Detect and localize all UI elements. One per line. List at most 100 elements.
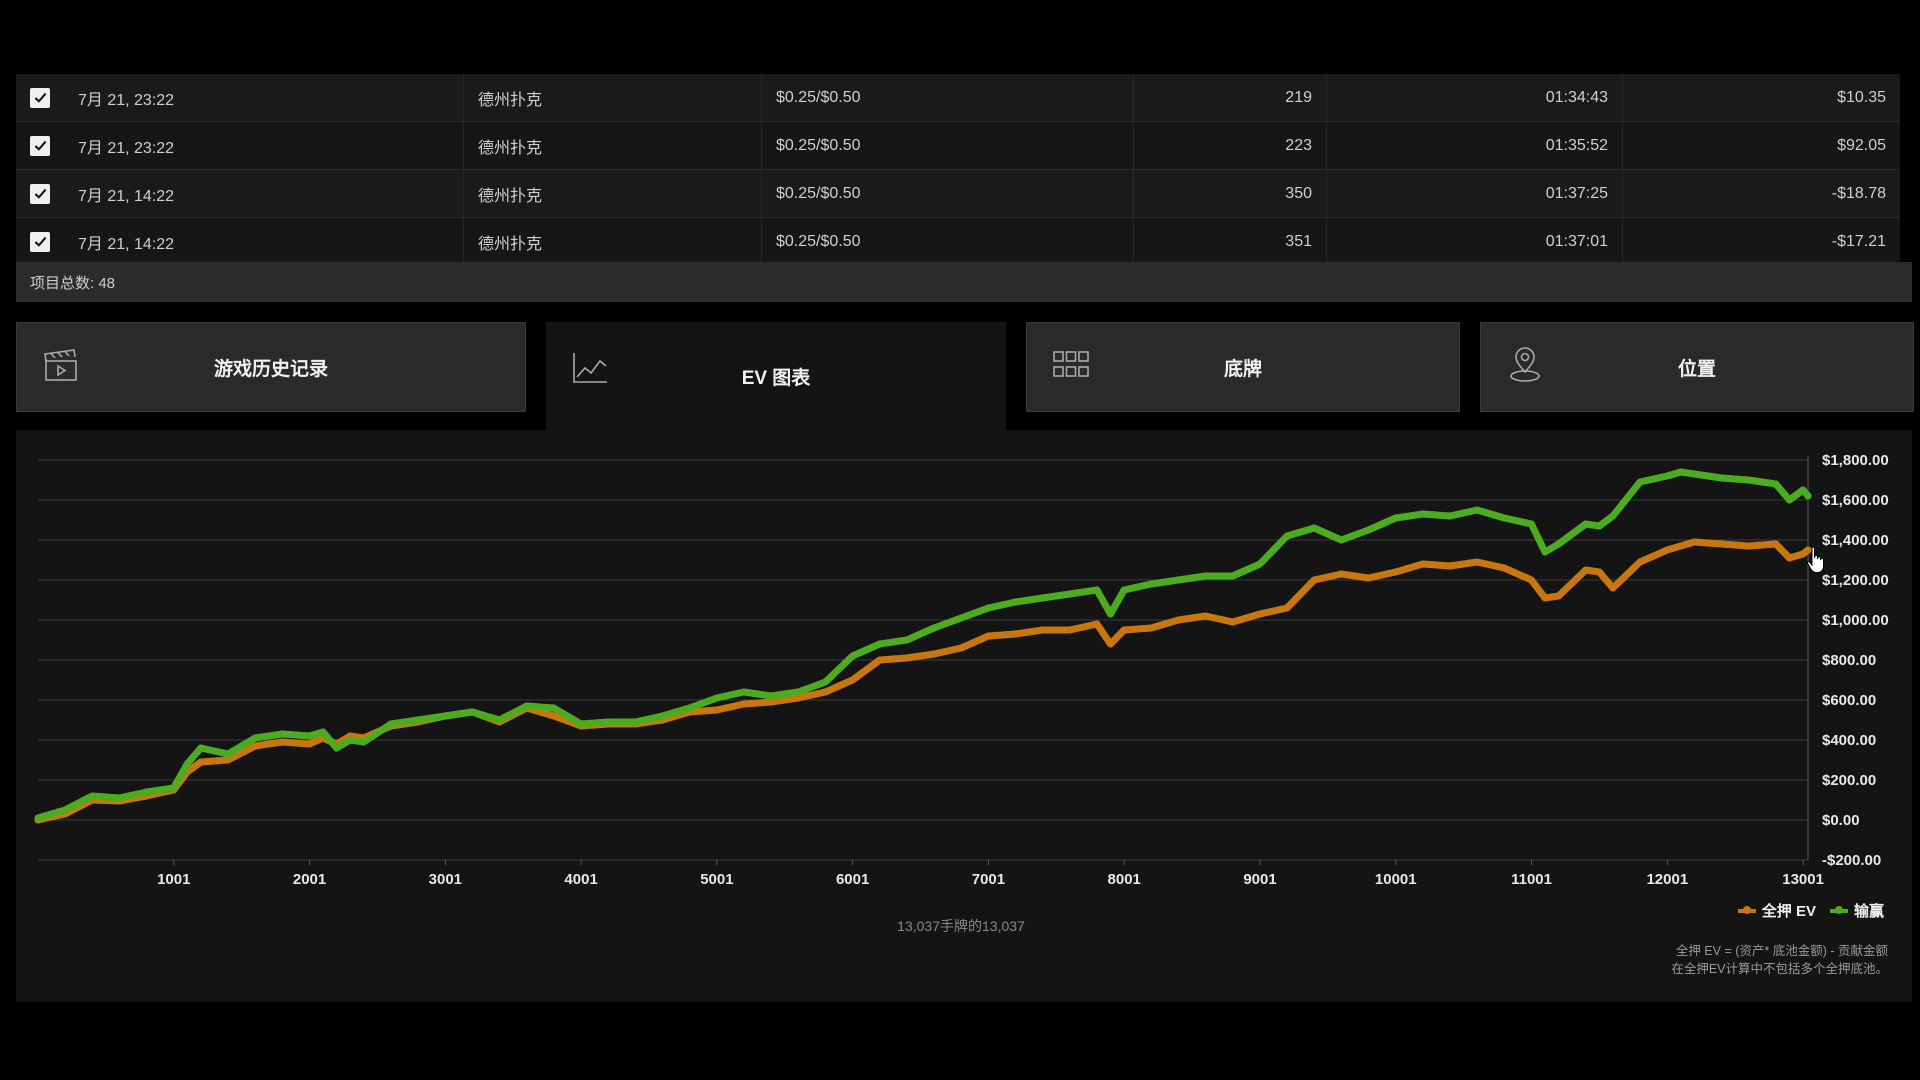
y-tick-label: $800.00 [1822, 652, 1876, 669]
allin-ev-point [903, 654, 911, 662]
allin-ev-point [1310, 576, 1318, 584]
allin-ev-point [740, 700, 748, 708]
net-won-point [251, 734, 259, 742]
net-won-point [577, 720, 585, 728]
net-won-point [224, 750, 232, 758]
allin-ev-point [278, 738, 286, 746]
hands-count-label: 13,037手牌的13,037 [897, 918, 1025, 934]
y-tick-label: $200.00 [1822, 772, 1876, 789]
net-won-point [1011, 598, 1019, 606]
net-won-point [1066, 590, 1074, 598]
net-won-point [1310, 524, 1318, 532]
cell-hands: 219 [1134, 74, 1327, 121]
row-checkbox[interactable] [30, 135, 50, 156]
net-won-point [984, 604, 992, 612]
table-row[interactable]: 7月 21, 23:22 德州扑克 $0.25/$0.50 219 01:34:… [16, 74, 1900, 122]
cell-date: 7月 21, 23:22 [64, 122, 464, 169]
net-won-point [441, 712, 449, 720]
net-won-point [1500, 514, 1508, 522]
net-won-point [821, 678, 829, 686]
net-won-point [740, 688, 748, 696]
cell-game: 德州扑克 [464, 170, 762, 217]
allin-ev-point [1772, 540, 1780, 548]
ev-line-chart: $1,800.00 $1,600.00 $1,400.00 $1,200.00 $1,0… [34, 452, 1889, 888]
net-won-point [34, 814, 42, 822]
allin-ev-note: 全押 EV = (资产* 底池金额) - 贡献金额 在全押EV计算中不包括多个全… [1671, 942, 1888, 978]
net-won-point [496, 716, 504, 724]
net-won-point [1636, 478, 1644, 486]
cell-winnings: $92.05 [1837, 136, 1886, 154]
net-won-point [1785, 496, 1793, 504]
row-checkbox-cell[interactable] [16, 218, 64, 265]
table-row[interactable]: 7月 21, 14:22 德州扑克 $0.25/$0.50 351 01:37:… [16, 218, 1900, 266]
net-won-point [1677, 468, 1685, 476]
location-pin-icon [1510, 347, 1540, 382]
allin-ev-point [1609, 584, 1617, 592]
y-tick-label: $0.00 [1822, 812, 1860, 829]
allin-ev-point [1364, 574, 1372, 582]
cell-stakes: $0.25/$0.50 [762, 170, 1134, 217]
net-won-point [1147, 580, 1155, 588]
cell-stakes: $0.25/$0.50 [762, 122, 1134, 169]
cell-hands: 351 [1134, 218, 1327, 265]
net-won-point [1745, 476, 1753, 484]
cell-game: 德州扑克 [464, 218, 762, 265]
x-tick-label: 10001 [1375, 871, 1417, 888]
allin-ev-point [1419, 560, 1427, 568]
row-checkbox[interactable] [30, 183, 50, 204]
x-tick-label: 12001 [1646, 871, 1688, 888]
net-won-point [658, 712, 666, 720]
allin-ev-point [1595, 568, 1603, 576]
table-row[interactable]: 7月 21, 23:22 德州扑克 $0.25/$0.50 223 01:35:… [16, 122, 1900, 170]
allin-ev-point [1582, 566, 1590, 574]
row-checkbox-cell[interactable] [16, 170, 64, 217]
net-won-point [1473, 506, 1481, 514]
allin-ev-point [1636, 558, 1644, 566]
tab-label: 游戏历史记录 [213, 358, 328, 380]
net-won-point [1392, 514, 1400, 522]
net-won-point [61, 806, 69, 814]
y-tick-label: $1,800.00 [1822, 452, 1889, 469]
cell-date: 7月 21, 23:22 [64, 74, 464, 121]
cell-hands: 350 [1134, 170, 1327, 217]
cell-game: 德州扑克 [464, 74, 762, 121]
net-won-point [468, 708, 476, 716]
row-checkbox[interactable] [30, 87, 50, 108]
x-tick-label: 5001 [700, 871, 733, 888]
net-won-point [1582, 520, 1590, 528]
tab-label: EV 图表 [741, 367, 811, 389]
cell-date: 7月 21, 14:22 [64, 218, 464, 265]
tab-ev-chart[interactable]: EV 图表 [546, 322, 1006, 430]
allin-ev-point [713, 706, 721, 714]
net-won-point [1364, 526, 1372, 534]
tab-hole-cards[interactable]: 底牌 [1026, 322, 1460, 412]
y-tick-label: $600.00 [1822, 692, 1876, 709]
allin-ev-point [305, 740, 313, 748]
allin-ev-point [1256, 610, 1264, 618]
row-checkbox-cell[interactable] [16, 74, 64, 121]
net-won-point [686, 704, 694, 712]
net-won-point [631, 718, 639, 726]
net-won-point [957, 614, 965, 622]
net-won-point [387, 720, 395, 728]
x-tick-label: 13001 [1782, 871, 1824, 888]
net-won-point [88, 792, 96, 800]
allin-ev-point [1663, 546, 1671, 554]
net-won-point [1337, 536, 1345, 544]
row-checkbox-cell[interactable] [16, 122, 64, 169]
allin-ev-point [1690, 538, 1698, 546]
net-won-point [1690, 470, 1698, 478]
net-won-point [1229, 572, 1237, 580]
tab-label: 底牌 [1223, 358, 1262, 380]
net-won-point [360, 738, 368, 746]
allin-ev-point [1283, 604, 1291, 612]
row-checkbox[interactable] [30, 231, 50, 252]
tab-position[interactable]: 位置 [1480, 322, 1914, 412]
net-won-point [333, 744, 341, 752]
cell-game: 德州扑克 [464, 122, 762, 169]
table-row[interactable]: 7月 21, 14:22 德州扑克 $0.25/$0.50 350 01:37:… [16, 170, 1900, 218]
net-won-point [1718, 474, 1726, 482]
net-won-point [1107, 610, 1115, 618]
tab-game-history[interactable]: 游戏历史记录 [16, 322, 526, 412]
net-won-point [1595, 522, 1603, 530]
